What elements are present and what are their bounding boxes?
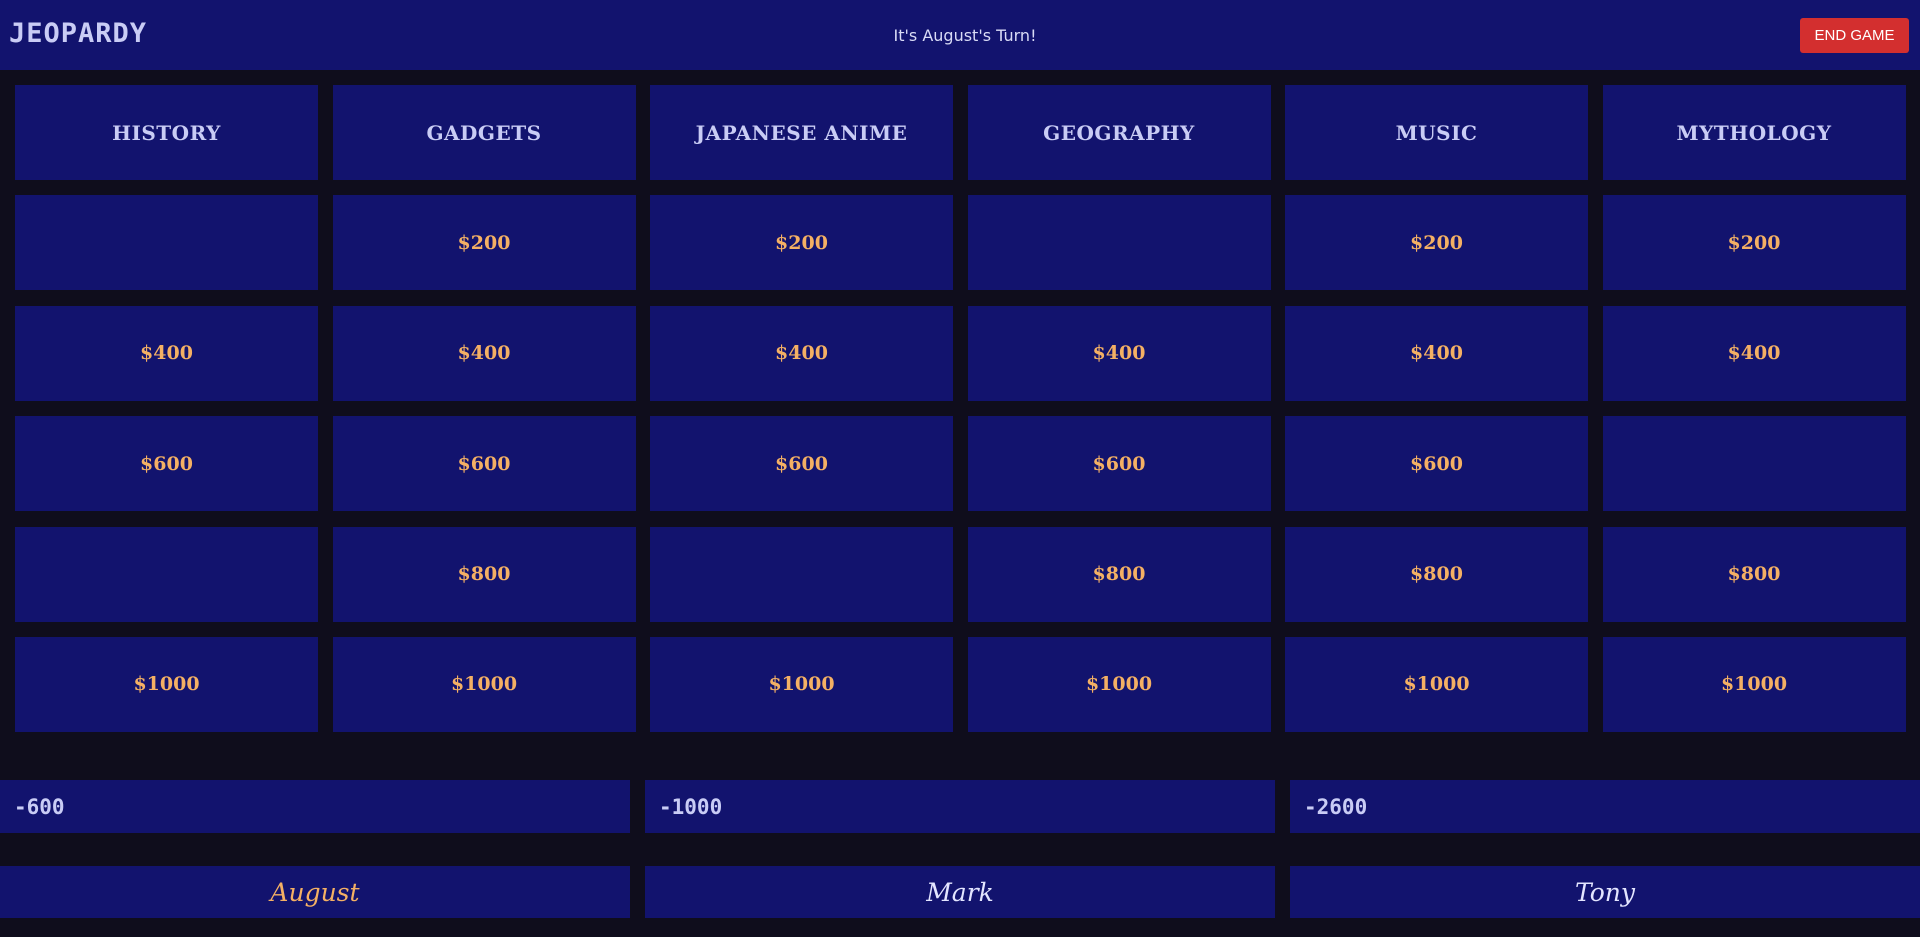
- clue-tile[interactable]: $600: [1285, 416, 1588, 512]
- player-names-bar: August Mark Tony: [0, 866, 1920, 918]
- turn-indicator: It's August's Turn!: [893, 26, 1037, 45]
- clue-tile[interactable]: $1000: [1602, 636, 1906, 732]
- answered-clue-tile: [650, 526, 953, 622]
- player-name: Mark: [645, 866, 1275, 918]
- player-score: -2600: [1290, 780, 1920, 833]
- player-score: -1000: [645, 780, 1275, 833]
- end-game-button[interactable]: END GAME: [1800, 18, 1909, 53]
- category-header: GADGETS: [332, 85, 636, 180]
- clue-tile[interactable]: $400: [1602, 305, 1906, 401]
- clue-tile[interactable]: $400: [332, 305, 636, 401]
- clue-tile[interactable]: $1000: [650, 636, 953, 732]
- clue-tile[interactable]: $800: [332, 526, 636, 622]
- clue-tile[interactable]: $200: [650, 195, 953, 291]
- category-header: MUSIC: [1285, 85, 1588, 180]
- clue-tile[interactable]: $400: [967, 305, 1271, 401]
- clue-tile[interactable]: $200: [1285, 195, 1588, 291]
- category-header: MYTHOLOGY: [1602, 85, 1906, 180]
- clue-tile[interactable]: $800: [1285, 526, 1588, 622]
- clue-tile[interactable]: $600: [332, 416, 636, 512]
- clue-tile[interactable]: $400: [650, 305, 953, 401]
- answered-clue-tile: [967, 195, 1271, 291]
- clue-tile[interactable]: $800: [967, 526, 1271, 622]
- clue-tile[interactable]: $400: [1285, 305, 1588, 401]
- clue-tile[interactable]: $200: [1602, 195, 1906, 291]
- clue-tile[interactable]: $200: [332, 195, 636, 291]
- clue-tile[interactable]: $800: [1602, 526, 1906, 622]
- player-name: Tony: [1290, 866, 1920, 918]
- player-score: -600: [0, 780, 630, 833]
- clue-tile[interactable]: $600: [967, 416, 1271, 512]
- answered-clue-tile: [1602, 416, 1906, 512]
- clue-tile[interactable]: $600: [650, 416, 953, 512]
- clue-tile[interactable]: $600: [15, 416, 318, 512]
- clue-tile[interactable]: $1000: [967, 636, 1271, 732]
- clue-tile[interactable]: $1000: [1285, 636, 1588, 732]
- category-header: GEOGRAPHY: [967, 85, 1271, 180]
- answered-clue-tile: [15, 195, 318, 291]
- category-header: JAPANESE ANIME: [650, 85, 953, 180]
- answered-clue-tile: [15, 526, 318, 622]
- game-board: HISTORY GADGETS JAPANESE ANIME GEOGRAPHY MUS…: [15, 85, 1906, 732]
- player-name: August: [0, 866, 630, 918]
- clue-tile[interactable]: $400: [15, 305, 318, 401]
- score-bar: -600 -1000 -2600: [0, 780, 1920, 833]
- category-header: HISTORY: [15, 85, 318, 180]
- top-bar: JEOPARDY It's August's Turn! END GAME: [0, 0, 1920, 70]
- clue-tile[interactable]: $1000: [332, 636, 636, 732]
- clue-tile[interactable]: $1000: [15, 636, 318, 732]
